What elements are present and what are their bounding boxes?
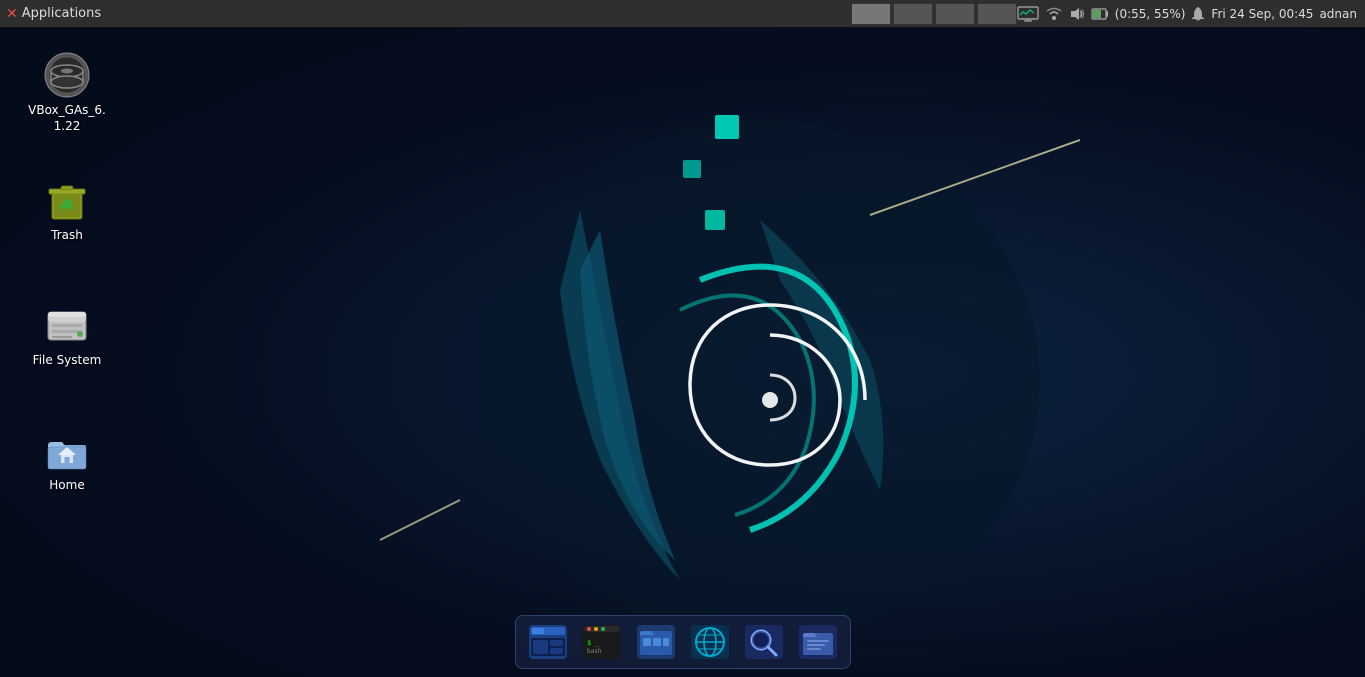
thunar-icon	[637, 623, 675, 661]
trash-label: Trash	[51, 228, 83, 244]
xfce-icon: ✕	[6, 6, 18, 22]
dock-item-xfce-panel[interactable]	[522, 620, 574, 664]
workspace-2[interactable]	[893, 3, 933, 25]
svg-text:bash: bash	[587, 648, 602, 655]
panel-left: ✕ Applications	[0, 6, 851, 22]
desktop-icon-filesystem[interactable]: File System	[22, 295, 112, 375]
taskbar: $ _ bash	[515, 615, 851, 669]
desktop-icon-vbox[interactable]: VBox_GAs_6. 1.22	[22, 45, 112, 140]
battery-icon[interactable]	[1091, 7, 1109, 21]
username: adnan	[1319, 7, 1357, 21]
xfce-panel-icon	[529, 623, 567, 661]
dock-item-terminal[interactable]: $ _ bash	[576, 620, 628, 664]
workspace-4[interactable]	[977, 3, 1017, 25]
search-icon	[745, 623, 783, 661]
trash-icon-image	[43, 176, 91, 224]
applications-label: Applications	[22, 6, 101, 21]
vbox-icon-image	[43, 51, 91, 99]
files-icon	[799, 623, 837, 661]
desktop-icon-trash[interactable]: Trash	[22, 170, 112, 250]
network-icon[interactable]	[1045, 6, 1063, 22]
panel-right: (0:55, 55%) Fri 24 Sep, 00:45 adnan	[1017, 6, 1365, 22]
filesystem-icon-image	[43, 301, 91, 349]
browser-icon	[691, 623, 729, 661]
home-label: Home	[49, 478, 84, 494]
terminal-icon: $ _ bash	[583, 623, 621, 661]
system-monitor-icon[interactable]	[1017, 6, 1039, 22]
home-icon-image	[43, 426, 91, 474]
top-panel: ✕ Applications	[0, 0, 1365, 28]
desktop-wallpaper	[380, 60, 1080, 660]
vbox-label: VBox_GAs_6. 1.22	[28, 103, 106, 134]
svg-text:$ _: $ _	[587, 639, 600, 647]
workspace-1[interactable]	[851, 3, 891, 25]
battery-text: (0:55, 55%)	[1115, 7, 1186, 21]
volume-icon[interactable]	[1069, 6, 1085, 22]
workspace-3[interactable]	[935, 3, 975, 25]
workspace-switcher	[851, 3, 1017, 25]
desktop-icon-home[interactable]: Home	[22, 420, 112, 500]
applications-menu[interactable]: ✕ Applications	[6, 6, 101, 22]
dock-item-files[interactable]	[792, 620, 844, 664]
desktop: ✕ Applications	[0, 0, 1365, 677]
bell-icon[interactable]	[1191, 6, 1205, 22]
dock-item-browser[interactable]	[684, 620, 736, 664]
dock-item-thunar[interactable]	[630, 620, 682, 664]
dock-item-search[interactable]	[738, 620, 790, 664]
datetime: Fri 24 Sep, 00:45	[1211, 7, 1313, 21]
filesystem-label: File System	[33, 353, 102, 369]
